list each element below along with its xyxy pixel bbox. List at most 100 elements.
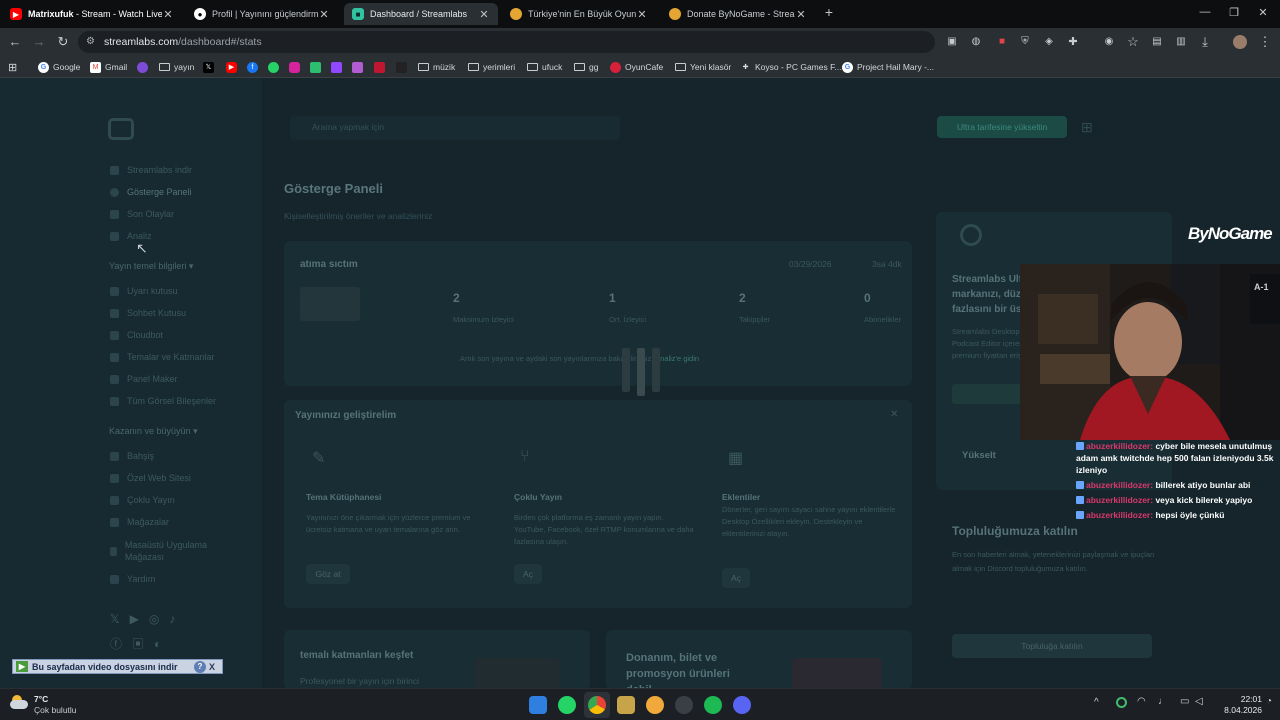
bookmark-google[interactable]: G Google <box>38 60 80 74</box>
restore-button[interactable]: ❐ <box>1224 6 1244 19</box>
nav-help[interactable]: Yardım <box>110 574 155 584</box>
apps-grid-icon[interactable]: ⊞ <box>1081 119 1097 135</box>
social-icons[interactable]: ⓕ▣◐ <box>110 635 171 652</box>
bookmark-yayin[interactable]: yayın <box>159 60 194 74</box>
sidepanel-icon[interactable]: ▥ <box>1173 34 1189 50</box>
weather-temperature[interactable]: 7°C <box>34 694 48 704</box>
close-icon[interactable]: ✕ <box>890 409 898 420</box>
nav-recent-events[interactable]: Son Olaylar <box>110 209 174 219</box>
start-icon[interactable] <box>529 696 547 714</box>
app-icon[interactable] <box>675 696 693 714</box>
nav-section-earn[interactable]: Kazanın ve büyüyün ▾ <box>109 426 198 437</box>
tab-turkiye-oyuncu[interactable]: Türkiye'nin En Büyük Oyuncu D ✕ <box>502 3 656 25</box>
puzzle-icon[interactable]: ✚ <box>1065 34 1081 50</box>
youtube-icon[interactable]: ▶ <box>226 60 241 74</box>
download-icon[interactable]: ⤓ <box>1197 34 1213 50</box>
bookmark-icon[interactable] <box>137 60 152 74</box>
close-tab-icon[interactable]: ✕ <box>795 8 807 21</box>
close-icon[interactable]: X <box>209 662 219 672</box>
analytics-link[interactable]: Analiz'e gidin <box>655 354 699 363</box>
nav-themes[interactable]: Temalar ve Katmanlar <box>110 352 215 362</box>
address-bar[interactable]: ⚙ streamlabs.com/dashboard#/stats <box>78 31 935 53</box>
nav-chat-box[interactable]: Sohbet Kutusu <box>110 308 186 318</box>
menu-icon[interactable]: ⋮ <box>1257 34 1273 50</box>
whatsapp-icon[interactable] <box>268 60 283 74</box>
spotify-icon[interactable] <box>704 696 722 714</box>
bookmark-icon[interactable] <box>310 60 325 74</box>
social-icons[interactable]: 𝕏▶◎♪ <box>110 612 185 626</box>
download-label[interactable]: Bu sayfadan video dosyasını indir <box>32 662 194 672</box>
bookmark-icon[interactable] <box>352 60 367 74</box>
bookmark-gmail[interactable]: M Gmail <box>90 60 127 74</box>
open-button[interactable]: Aç <box>722 568 750 588</box>
bookmark-koyso[interactable]: ✚ Koyso - PC Games F... <box>740 60 842 74</box>
extension-icon[interactable]: ◈ <box>1041 34 1057 50</box>
app-icon[interactable] <box>646 696 664 714</box>
join-community-button[interactable]: Topluluğa katılın <box>952 634 1152 658</box>
tab-dashboard-streamlabs[interactable]: ■ Dashboard / Streamlabs ✕ <box>344 3 498 25</box>
chrome-icon[interactable] <box>588 696 606 714</box>
browse-button[interactable]: Göz at <box>306 564 350 584</box>
bookmark-gg[interactable]: gg <box>574 60 598 74</box>
nav-alert-box[interactable]: Uyarı kutusu <box>110 286 178 296</box>
nav-all-widgets[interactable]: Tüm Görsel Bileşenler <box>110 396 216 406</box>
instagram-icon[interactable] <box>289 60 304 74</box>
x-icon[interactable]: 𝕏 <box>203 60 218 74</box>
nav-section-stream[interactable]: Yayın temel bilgileri ▾ <box>109 261 193 272</box>
nav-tips[interactable]: Bahşiş <box>110 451 154 461</box>
stream-thumbnail[interactable] <box>300 287 360 321</box>
bookmark-oyuncafe[interactable]: OyunCafe <box>610 60 663 74</box>
bookmark-icon[interactable] <box>374 60 389 74</box>
close-tab-icon[interactable]: ✕ <box>478 8 490 21</box>
open-button[interactable]: Aç <box>514 564 542 584</box>
clock-date[interactable]: 8.04.2026 <box>1208 705 1262 715</box>
discord-icon[interactable] <box>733 696 751 714</box>
new-tab-button[interactable]: + <box>819 4 839 20</box>
weather-icon[interactable] <box>10 695 30 711</box>
weather-condition[interactable]: Çok bulutlu <box>34 705 77 715</box>
bookmarks-icon[interactable]: ☆ <box>1125 34 1141 50</box>
reload-icon[interactable]: ↻ <box>55 34 71 50</box>
apps-icon[interactable]: ⊞ <box>8 60 17 74</box>
headset-icon[interactable]: ◠ <box>1137 696 1146 707</box>
facebook-icon[interactable]: f <box>247 60 262 74</box>
help-icon[interactable]: ? <box>194 660 206 673</box>
search-input[interactable]: Arama yapmak için <box>290 116 620 140</box>
profile-avatar[interactable] <box>1233 35 1247 49</box>
extension-icon[interactable]: ◍ <box>968 34 984 50</box>
nav-desktop-store[interactable]: Masaüstü Uygulama Mağazası <box>110 539 220 563</box>
close-tab-icon[interactable]: ✕ <box>636 8 648 21</box>
bookmark-project-hail-mary[interactable]: G Project Hail Mary -... <box>842 60 934 74</box>
network-icon[interactable]: ▭ <box>1180 696 1189 707</box>
nav-merch[interactable]: Mağazalar <box>110 517 169 527</box>
bookmark-yerimleri[interactable]: yerimleri <box>468 60 515 74</box>
site-info-icon[interactable]: ⚙ <box>86 36 95 47</box>
clock-time[interactable]: 22:01 <box>1218 694 1262 704</box>
close-tab-icon[interactable]: ✕ <box>162 8 174 21</box>
tab-donate-bynogame[interactable]: Donate ByNoGame - Streamer ✕ <box>661 3 815 25</box>
video-download-bar[interactable]: ▶ Bu sayfadan video dosyasını indir ? X <box>12 659 223 674</box>
bookmark-yeni-klasor[interactable]: Yeni klasör <box>675 60 731 74</box>
upgrade-button[interactable]: Yükselt <box>962 450 996 461</box>
tab-matrixufuk[interactable]: ▶ Matrixufuk - Stream - Watch Live ✕ <box>2 3 182 25</box>
close-tab-icon[interactable]: ✕ <box>318 8 330 21</box>
nav-cloudbot[interactable]: Cloudbot <box>110 330 163 340</box>
back-icon[interactable]: ← <box>7 34 23 50</box>
whatsapp-icon[interactable] <box>558 696 576 714</box>
notification-icon[interactable]: ◔ <box>1266 696 1272 707</box>
nav-custom-site[interactable]: Özel Web Sitesi <box>110 473 191 483</box>
media-icon[interactable]: ◉ <box>1101 34 1117 50</box>
bookmark-ufuck[interactable]: ufuck <box>527 60 562 74</box>
close-window-button[interactable]: ✕ <box>1253 6 1273 19</box>
nav-panel-maker[interactable]: Panel Maker <box>110 374 178 384</box>
extension-icon[interactable]: ■ <box>994 34 1010 50</box>
microphone-icon[interactable]: ♩ <box>1158 696 1168 707</box>
twitch-icon[interactable] <box>331 60 346 74</box>
minimize-button[interactable]: — <box>1195 6 1215 18</box>
tab-profil[interactable]: ● Profil | Yayınını güçlendirmek iç ✕ <box>186 3 338 25</box>
league-icon[interactable] <box>617 696 635 714</box>
bookmark-muzik[interactable]: müzik <box>418 60 455 74</box>
forward-icon[interactable]: → <box>31 34 47 50</box>
shield-icon[interactable]: ⛨ <box>1017 34 1033 50</box>
bookmark-icon[interactable] <box>396 60 411 74</box>
